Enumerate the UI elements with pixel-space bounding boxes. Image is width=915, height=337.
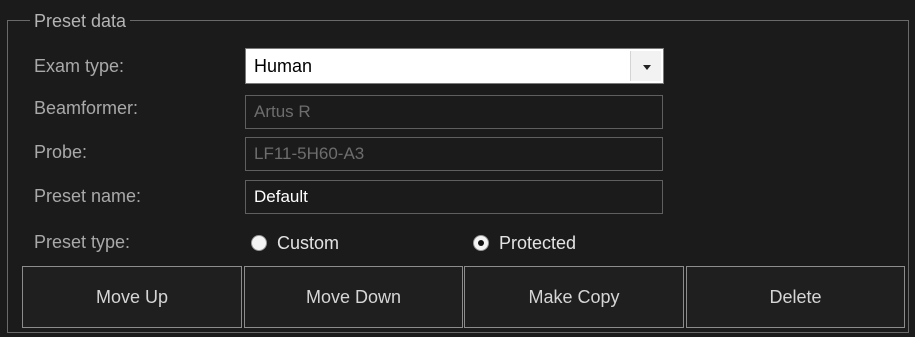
preset-type-custom-label: Custom bbox=[277, 233, 340, 253]
make-copy-button[interactable]: Make Copy bbox=[464, 266, 684, 328]
preset-type-custom-option[interactable]: Custom bbox=[251, 230, 339, 256]
preset-data-panel: Preset data Exam type: Human Beamformer:… bbox=[0, 0, 915, 337]
move-up-button[interactable]: Move Up bbox=[22, 266, 242, 328]
exam-type-label: Exam type: bbox=[34, 56, 125, 76]
exam-type-value: Human bbox=[254, 56, 313, 76]
preset-name-label: Preset name: bbox=[34, 186, 142, 206]
preset-type-label: Preset type: bbox=[34, 232, 131, 252]
delete-button[interactable]: Delete bbox=[686, 266, 905, 328]
preset-name-input[interactable]: Default bbox=[245, 180, 663, 214]
radio-unchecked-icon[interactable] bbox=[251, 235, 267, 251]
probe-label: Probe: bbox=[34, 142, 88, 162]
probe-field: LF11-5H60-A3 bbox=[245, 137, 663, 171]
groupbox-title: Preset data bbox=[30, 11, 131, 31]
exam-type-dropdown[interactable]: Human bbox=[245, 48, 664, 84]
beamformer-label: Beamformer: bbox=[34, 98, 139, 118]
preset-type-protected-label: Protected bbox=[499, 233, 577, 253]
radio-checked-icon[interactable] bbox=[473, 235, 489, 251]
move-down-button[interactable]: Move Down bbox=[244, 266, 463, 328]
preset-type-protected-option[interactable]: Protected bbox=[473, 230, 576, 256]
beamformer-field: Artus R bbox=[245, 95, 663, 129]
chevron-down-icon[interactable] bbox=[630, 51, 661, 81]
